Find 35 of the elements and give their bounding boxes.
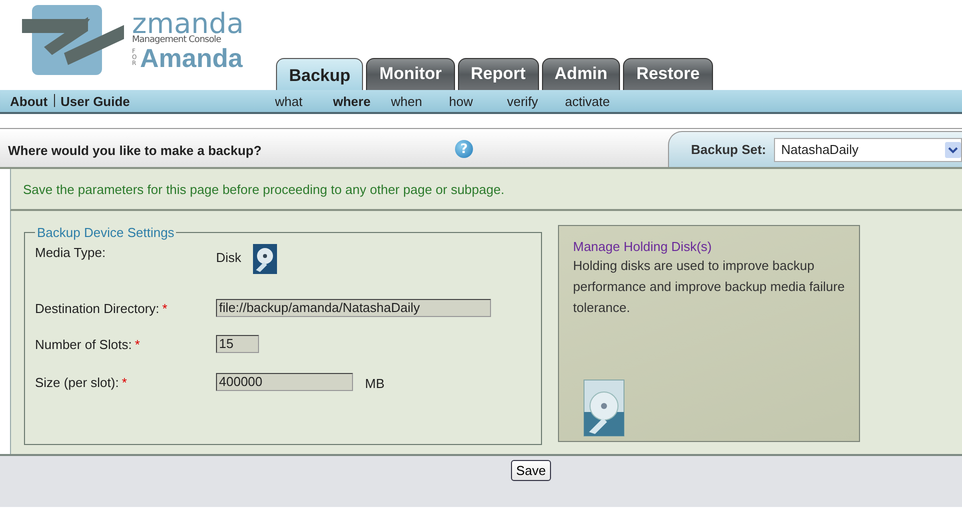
field-label: Media Type: <box>35 244 107 260</box>
tab[interactable]: Restore <box>623 58 713 90</box>
step-link[interactable]: how <box>449 94 507 108</box>
disk-drive-icon <box>253 244 278 274</box>
step-link[interactable]: when <box>391 94 449 108</box>
unit-label: MB <box>365 376 384 391</box>
text-field[interactable]: file://backup/amanda/NatashaDaily <box>216 299 491 317</box>
tab[interactable]: Admin <box>542 58 620 90</box>
save-button[interactable]: Save <box>511 460 551 481</box>
nav-link[interactable]: User Guide <box>60 94 130 108</box>
field-label: Destination Directory: * <box>35 300 168 316</box>
tab[interactable]: Backup <box>276 58 364 90</box>
media-type-value: Disk <box>216 249 242 265</box>
page-title: Where would you like to make a backup? <box>7 143 263 160</box>
backup-set-label: Backup Set: <box>691 142 766 157</box>
notice-message: Save the parameters for this page before proceeding to any other page or subpage. <box>23 182 504 196</box>
tab[interactable]: Monitor <box>366 58 455 90</box>
holding-disk-description: Holding disks are used to improve backup performance and improve backup media failure tolerance. <box>573 257 845 317</box>
step-link[interactable]: activate <box>565 94 623 108</box>
brand-name: zmanda <box>132 12 244 36</box>
field-label: Size (per slot): * <box>35 374 128 390</box>
backup-set-dropdown[interactable]: NatashaDaily <box>774 138 962 162</box>
step-link[interactable]: where <box>333 94 391 108</box>
holding-disk-link[interactable]: Manage Holding Disk(s) <box>573 238 845 255</box>
product-name: Amanda <box>140 44 243 70</box>
field-label: Number of Slots: * <box>35 336 141 352</box>
step-link[interactable]: what <box>275 94 333 108</box>
step-link[interactable]: verify <box>507 94 565 108</box>
nav-link[interactable]: About <box>10 94 48 108</box>
logo-subtitle: Management Console <box>132 36 222 44</box>
group-legend: Backup Device Settings <box>35 225 176 240</box>
tab[interactable]: Report <box>458 58 539 90</box>
text-field[interactable]: 400000 <box>216 373 353 391</box>
text-field[interactable]: 15 <box>216 335 259 353</box>
caret-icon <box>945 142 961 158</box>
